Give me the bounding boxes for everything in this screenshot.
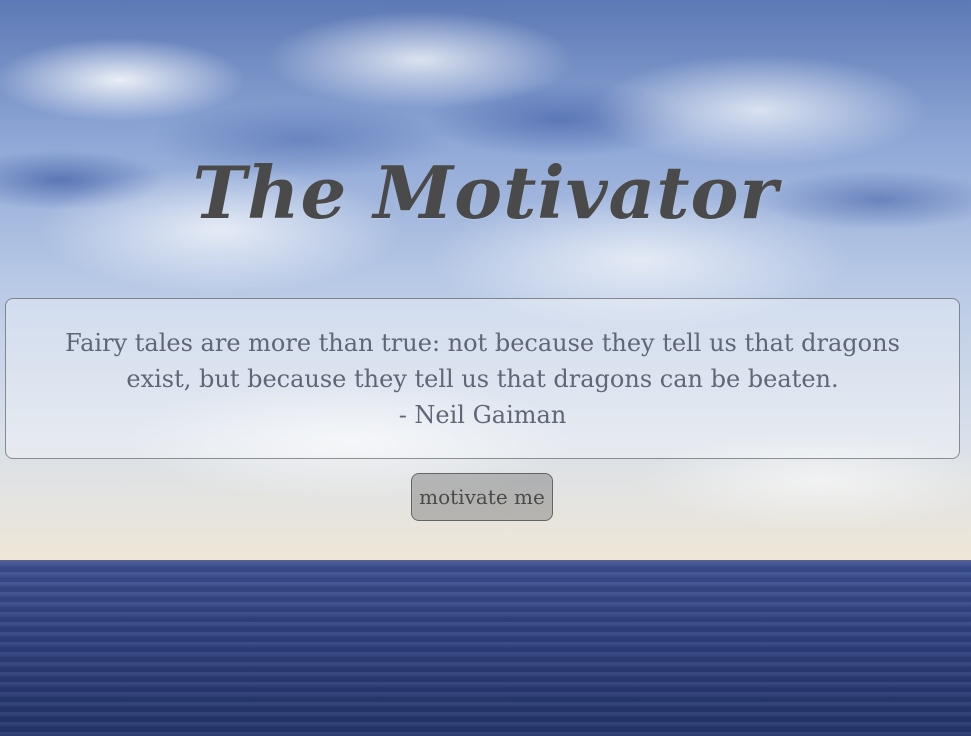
quote-text: Fairy tales are more than true: not beca… [65, 328, 900, 393]
page-title: The Motivator [192, 150, 779, 235]
ocean-background [0, 562, 971, 736]
motivate-button[interactable]: motivate me [411, 473, 553, 521]
quote-card: Fairy tales are more than true: not beca… [5, 298, 960, 459]
quote-author: - Neil Gaiman [398, 400, 567, 429]
